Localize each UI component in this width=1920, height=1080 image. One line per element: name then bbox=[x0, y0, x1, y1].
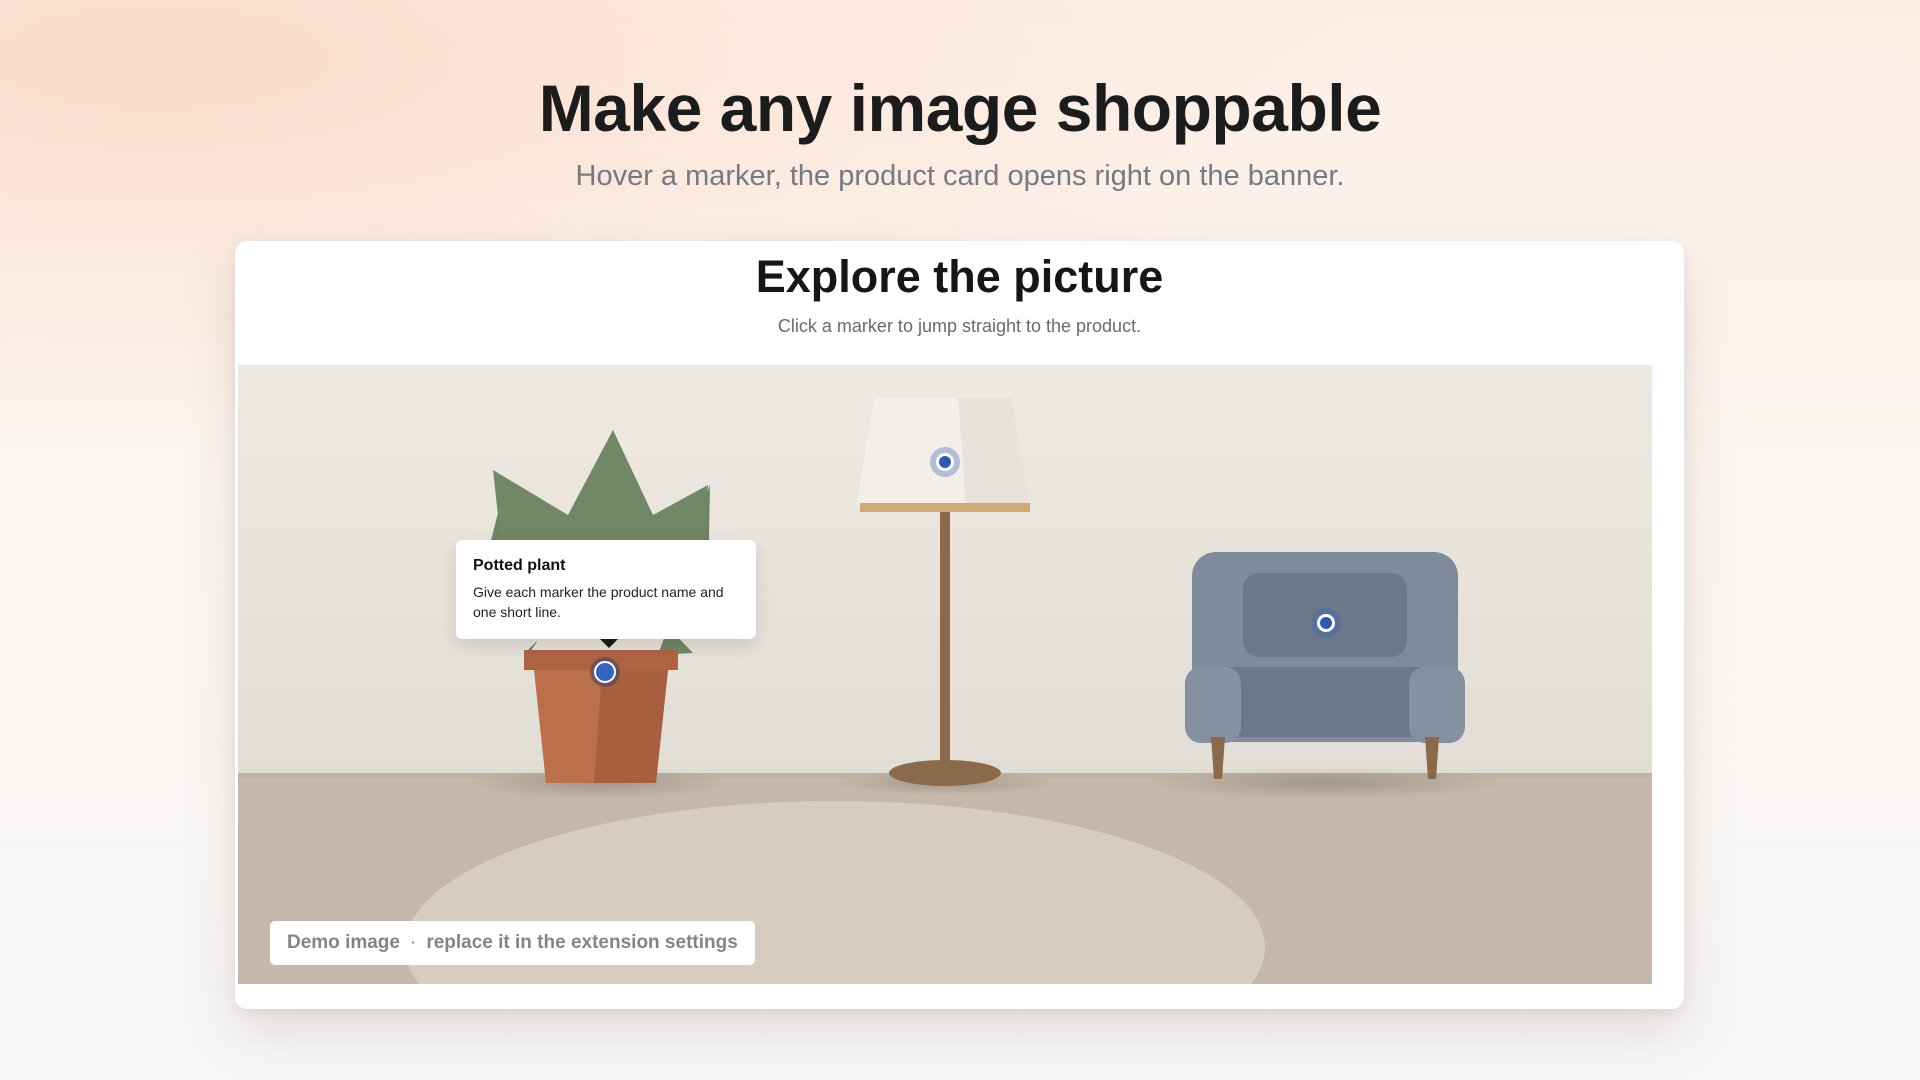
marker-floor-lamp[interactable] bbox=[930, 447, 960, 477]
tooltip-title: Potted plant bbox=[473, 557, 566, 574]
marker-potted-plant[interactable] bbox=[590, 657, 620, 687]
explore-card: Explore the picture Click a marker to ju… bbox=[235, 241, 1684, 1009]
demo-image-badge: Demo image · replace it in the extension s… bbox=[270, 921, 755, 965]
marker-armchair[interactable] bbox=[1311, 608, 1341, 638]
hero-subtitle: Hover a marker, the product card opens r… bbox=[575, 160, 1345, 192]
badge-separator: · bbox=[409, 932, 417, 953]
card-subtitle: Click a marker to jump straight to the p… bbox=[777, 316, 1142, 336]
tooltip-text: Give each marker the product name and on… bbox=[473, 584, 724, 620]
product-tooltip: Potted plant Give each marker the produc… bbox=[456, 540, 756, 648]
badge-hint: replace it in the extension settings bbox=[426, 932, 738, 953]
shoppable-image: Potted plant Give each marker the produc… bbox=[238, 365, 1652, 984]
hero-title: Make any image shoppable bbox=[538, 71, 1382, 145]
badge-label: Demo image bbox=[287, 932, 400, 953]
card-title: Explore the picture bbox=[755, 251, 1164, 302]
